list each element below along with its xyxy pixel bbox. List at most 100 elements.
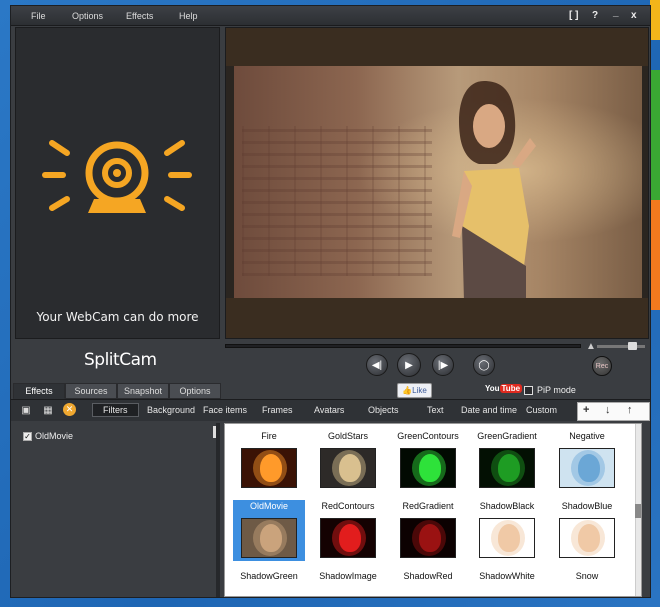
play-icon: ▶ bbox=[405, 359, 413, 371]
facebook-like-button[interactable]: 👍Like bbox=[397, 383, 432, 398]
splitcam-window: File Options Effects Help [ ] ? _ x Your… bbox=[10, 5, 651, 598]
splitter-handle[interactable] bbox=[213, 426, 216, 438]
tagline: Your WebCam can do more bbox=[36, 310, 199, 324]
arrow-down-icon[interactable]: ↓ bbox=[605, 404, 611, 416]
tab-snapshot[interactable]: Snapshot bbox=[117, 383, 169, 399]
effect-tile[interactable]: GoldStars bbox=[312, 430, 384, 488]
effect-thumbnail bbox=[400, 448, 456, 488]
effect-tile[interactable]: Negative bbox=[551, 430, 623, 488]
effect-tile[interactable]: Fire bbox=[233, 430, 305, 488]
menu-file[interactable]: File bbox=[31, 11, 46, 21]
effect-tile[interactable]: RedGradient bbox=[392, 500, 464, 558]
effect-thumbnail bbox=[320, 448, 376, 488]
add-icon[interactable]: + bbox=[583, 404, 589, 416]
effect-order-controls: + ↓ ↑ bbox=[577, 402, 650, 421]
like-label: Like bbox=[412, 386, 427, 395]
play-button[interactable]: ▶ bbox=[397, 353, 421, 377]
effect-thumbnail bbox=[559, 518, 615, 558]
effect-tile-label: ShadowWhite bbox=[479, 571, 535, 581]
clear-effects-icon[interactable]: ✕ bbox=[63, 403, 76, 416]
effect-checkbox[interactable]: ✓ bbox=[23, 431, 32, 441]
grid-scrollbar-thumb[interactable] bbox=[635, 504, 641, 518]
effect-label: OldMovie bbox=[35, 431, 74, 441]
effect-thumbnail bbox=[241, 518, 297, 558]
subtab-face-items[interactable]: Face items bbox=[203, 405, 247, 415]
effect-tile-label: RedGradient bbox=[402, 501, 454, 511]
effect-tile[interactable]: GreenContours bbox=[392, 430, 464, 488]
subtab-date-and-time[interactable]: Date and time bbox=[461, 405, 517, 415]
effect-tile[interactable]: ShadowWhite bbox=[471, 570, 543, 582]
previous-icon: ◀| bbox=[371, 359, 383, 371]
effect-tile[interactable]: ShadowGreen bbox=[233, 570, 305, 582]
youtube-button[interactable]: You Tube bbox=[485, 384, 523, 393]
letterbox-top bbox=[226, 28, 648, 66]
pip-mode-checkbox[interactable] bbox=[524, 386, 533, 395]
effects-grid: Fire GoldStars GreenContours GreenGradient N… bbox=[224, 423, 642, 597]
webcam-feed bbox=[234, 66, 642, 301]
subtab-custom[interactable]: Custom bbox=[526, 405, 557, 415]
webcam-icon bbox=[42, 140, 192, 213]
menu-options[interactable]: Options bbox=[72, 11, 103, 21]
effect-tile-label: GreenContours bbox=[397, 431, 459, 441]
logo-panel: Your WebCam can do more bbox=[15, 27, 220, 339]
speaker-icon[interactable]: ▲ bbox=[586, 341, 596, 352]
grid-scrollbar[interactable] bbox=[635, 424, 641, 596]
thumbs-up-icon: 👍 bbox=[402, 386, 413, 395]
panel-splitter[interactable] bbox=[216, 423, 220, 597]
effect-tile-label: ShadowImage bbox=[319, 571, 377, 581]
menu-effects[interactable]: Effects bbox=[126, 11, 153, 21]
subtab-avatars[interactable]: Avatars bbox=[314, 405, 344, 415]
brand-logo: SplitCam bbox=[84, 350, 157, 370]
record-button[interactable]: Rec bbox=[592, 356, 612, 376]
next-icon: |▶ bbox=[437, 359, 449, 371]
effect-tile[interactable]: Snow bbox=[551, 570, 623, 582]
next-button[interactable]: |▶ bbox=[432, 354, 454, 376]
subtab-frames[interactable]: Frames bbox=[262, 405, 293, 415]
effect-thumbnail bbox=[241, 448, 297, 488]
menu-bar: File Options Effects Help [ ] ? _ x bbox=[11, 6, 650, 26]
effect-tile[interactable]: ShadowBlack bbox=[471, 500, 543, 558]
save-icon[interactable]: ▣ bbox=[19, 403, 33, 417]
list-item[interactable]: ✓ OldMovie bbox=[23, 431, 73, 441]
tab-options[interactable]: Options bbox=[169, 383, 221, 399]
subtab-objects[interactable]: Objects bbox=[368, 405, 399, 415]
subtab-filters[interactable]: Filters bbox=[92, 403, 139, 417]
seek-bar[interactable] bbox=[225, 344, 581, 348]
volume-knob[interactable] bbox=[628, 342, 637, 350]
tab-sources[interactable]: Sources bbox=[65, 383, 117, 399]
fullscreen-button[interactable]: [ ] bbox=[569, 10, 578, 21]
open-folder-icon[interactable]: ▦ bbox=[41, 403, 55, 417]
effect-tile[interactable]: ShadowImage bbox=[312, 570, 384, 582]
snapshot-button[interactable]: ◯ bbox=[473, 354, 495, 376]
subtab-background[interactable]: Background bbox=[147, 405, 195, 415]
minimize-button[interactable]: _ bbox=[613, 7, 619, 18]
menu-help[interactable]: Help bbox=[179, 11, 198, 21]
effect-tile[interactable]: GreenGradient bbox=[471, 430, 543, 488]
effect-tile[interactable]: OldMovie bbox=[233, 500, 305, 561]
effect-tile-label: Fire bbox=[261, 431, 277, 441]
effect-thumbnail bbox=[479, 448, 535, 488]
effect-tile[interactable]: RedContours bbox=[312, 500, 384, 558]
effect-tile-label: ShadowRed bbox=[403, 571, 453, 581]
effect-tile-label: Negative bbox=[569, 431, 605, 441]
help-button[interactable]: ? bbox=[592, 10, 598, 21]
youtube-suffix: Tube bbox=[499, 384, 523, 393]
effect-tile[interactable]: ShadowRed bbox=[392, 570, 464, 582]
arrow-up-icon[interactable]: ↑ bbox=[627, 404, 633, 416]
volume-slider[interactable] bbox=[597, 345, 645, 348]
effect-tile-label: ShadowBlack bbox=[479, 501, 535, 511]
subtab-text[interactable]: Text bbox=[427, 405, 444, 415]
effect-tile-label: GreenGradient bbox=[477, 431, 537, 441]
effect-thumbnail bbox=[559, 448, 615, 488]
effect-tile[interactable]: ShadowBlue bbox=[551, 500, 623, 558]
effect-tile-label: ShadowBlue bbox=[561, 501, 613, 511]
desktop-strip-green bbox=[650, 70, 660, 200]
previous-button[interactable]: ◀| bbox=[366, 354, 388, 376]
tab-effects[interactable]: Effects bbox=[13, 383, 65, 399]
desktop-strip-orange bbox=[650, 200, 660, 310]
effect-tile-label: OldMovie bbox=[233, 500, 305, 512]
close-button[interactable]: x bbox=[631, 10, 637, 21]
person-silhouette bbox=[452, 81, 536, 301]
effect-thumbnail bbox=[400, 518, 456, 558]
timer-icon: ◯ bbox=[478, 359, 490, 371]
